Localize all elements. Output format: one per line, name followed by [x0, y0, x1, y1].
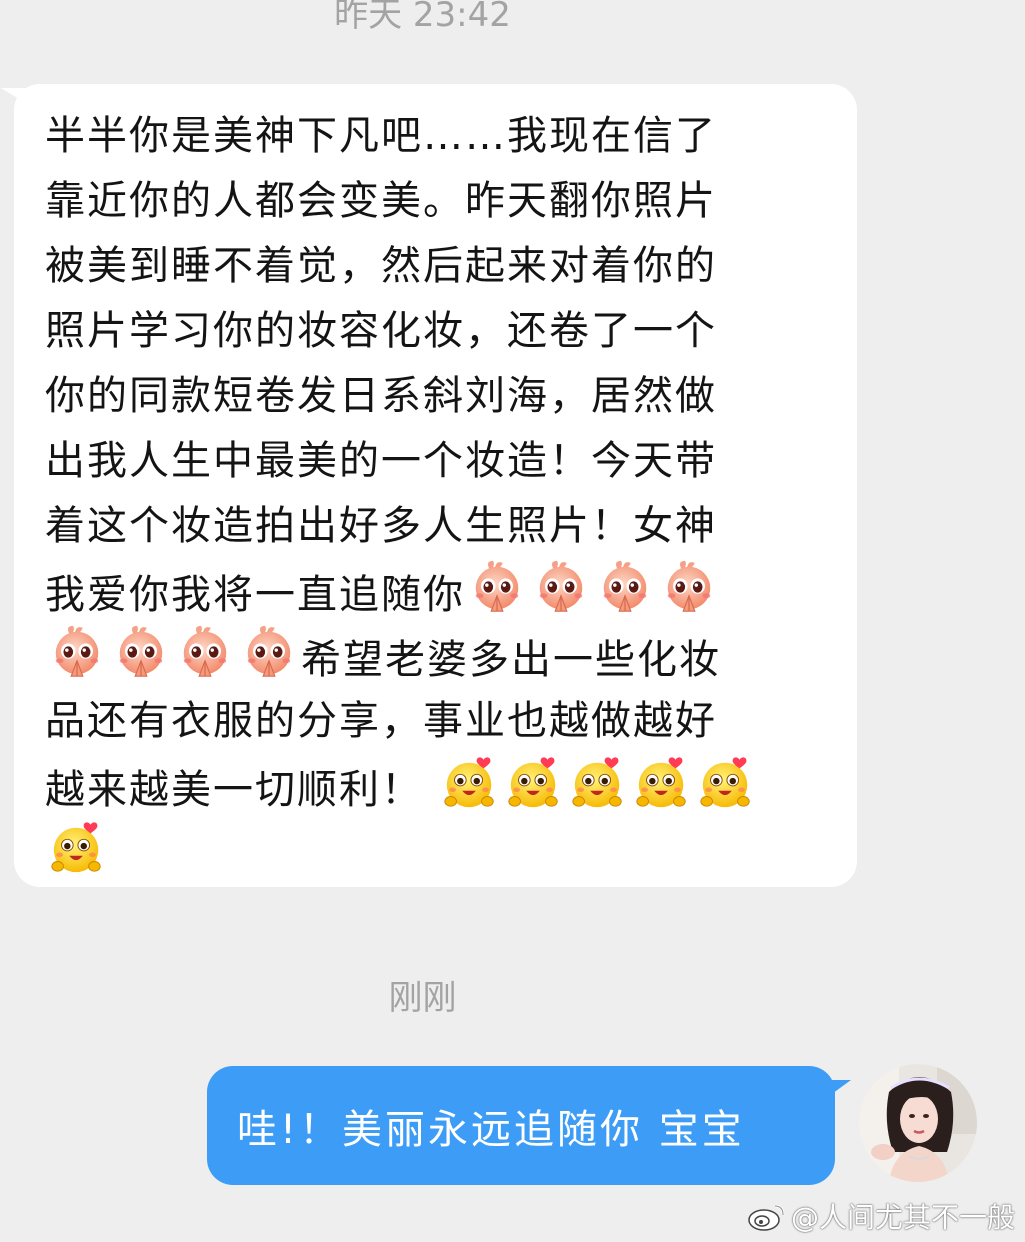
timestamp-yesterday: 昨天 23:42 [334, 0, 511, 35]
timestamp-just-now: 刚刚 [388, 978, 457, 1018]
love-emoji-icon [633, 754, 691, 812]
love-emoji-icon [505, 754, 563, 812]
avatar[interactable] [859, 1064, 977, 1182]
message-text: 我爱你我将一直追随你 [45, 572, 465, 618]
incoming-message-bubble[interactable]: 半半你是美神下凡吧……我现在信了 靠近你的人都会变美。昨天翻你照片 被美到睡不着… [1, 84, 857, 887]
message-line: 被美到睡不着觉，然后起来对着你的 [45, 243, 717, 289]
message-line: 半半你是美神下凡吧……我现在信了 [45, 113, 717, 159]
message-line-with-emoji: 我爱你我将一直追随你 [45, 559, 821, 624]
message-line-with-emoji [45, 819, 821, 884]
watermark: @人间尤其不一般 [747, 1196, 1015, 1236]
message-line: 品还有衣服的分享，事业也越做越好 [45, 698, 717, 744]
outgoing-message-bubble[interactable]: 哇!！美丽永远追随你 宝宝 [207, 1066, 851, 1185]
pray-emoji-icon [532, 559, 590, 617]
pray-emoji-icon [596, 559, 654, 617]
message-text: 越来越美一切顺利！ [45, 767, 423, 813]
pray-emoji-icon [468, 559, 526, 617]
message-text: 希望老婆多出一些化妆 [301, 637, 721, 683]
message-line: 靠近你的人都会变美。昨天翻你照片 [45, 178, 717, 224]
message-line: 着这个妆造拍出好多人生照片！女神 [45, 503, 717, 549]
pray-emoji-icon [112, 624, 170, 682]
love-emoji-icon [569, 754, 627, 812]
avatar-image [859, 1064, 977, 1182]
message-line: 你的同款短卷发日系斜刘海，居然做 [45, 373, 717, 419]
weibo-logo-icon [748, 1204, 785, 1231]
love-emoji-icon [441, 754, 499, 812]
pray-emoji-icon [48, 624, 106, 682]
pray-emoji-icon [660, 559, 718, 617]
outgoing-message-text: 哇!！美丽永远追随你 宝宝 [237, 1106, 745, 1153]
message-line-with-emoji: 越来越美一切顺利！ [45, 754, 821, 819]
love-emoji-icon [697, 754, 755, 812]
message-line: 出我人生中最美的一个妆造！今天带 [45, 438, 717, 484]
pray-emoji-icon [176, 624, 234, 682]
pray-emoji-icon [240, 624, 298, 682]
love-emoji-icon [48, 819, 106, 877]
message-line: 照片学习你的妆容化妆，还卷了一个 [45, 308, 717, 354]
watermark-text: @人间尤其不一般 [790, 1201, 1015, 1234]
message-line-with-emoji: 希望老婆多出一些化妆 [45, 624, 821, 689]
